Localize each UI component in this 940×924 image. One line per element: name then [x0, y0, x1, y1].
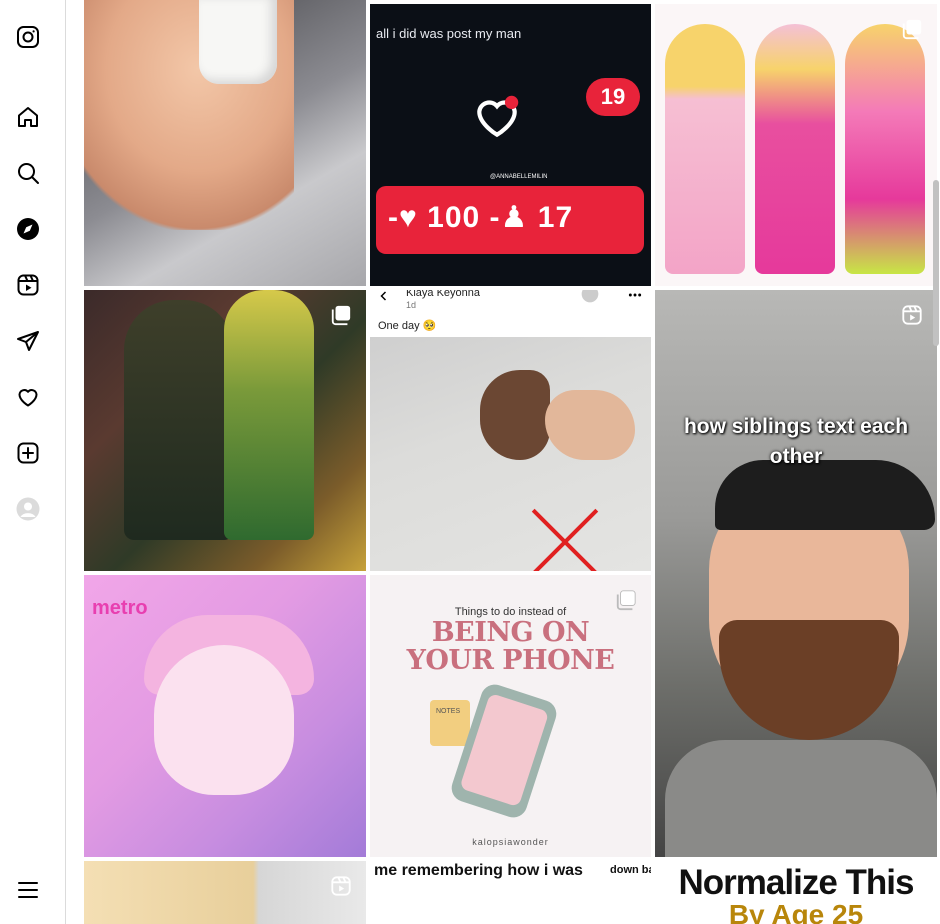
reels-icon[interactable] [15, 272, 41, 298]
more-options-icon [628, 293, 642, 297]
post-time: 1d [406, 300, 417, 310]
reels-badge-icon [902, 305, 922, 325]
anime-face [154, 645, 294, 795]
carousel-icon [616, 590, 636, 611]
infographic-title: BEING ON YOUR PHONE [370, 619, 651, 675]
meme-text: me remembering how i was [374, 862, 583, 879]
grid-tile[interactable]: metro [84, 575, 366, 857]
likes-count: 100 [427, 201, 481, 234]
grid-tile[interactable]: Things to do instead of BEING ON YOUR PH… [370, 575, 651, 857]
grid-tile[interactable]: all i did was post my man 19 @ANNABELLEM… [370, 4, 651, 286]
grid-tile[interactable]: how siblings text each other [655, 290, 937, 857]
back-arrow-icon [380, 291, 387, 301]
person-shirt [665, 740, 937, 857]
caption-line: other [769, 445, 823, 468]
tile-caption: all i did was post my man [376, 26, 522, 41]
doll-figure [845, 24, 925, 274]
caption-line: how siblings text each [683, 415, 909, 438]
sidebar-nav [0, 0, 66, 924]
messages-icon[interactable] [15, 328, 41, 354]
reel-caption: how siblings text each other [655, 412, 937, 472]
grid-tile[interactable] [84, 0, 366, 286]
notes-label: NOTES [436, 708, 461, 715]
tile-text: metro [92, 597, 148, 619]
page-scrollbar[interactable] [933, 180, 939, 346]
search-icon[interactable] [15, 160, 41, 186]
carousel-icon [902, 19, 922, 40]
more-menu-icon[interactable] [15, 877, 41, 903]
notifications-heart-icon[interactable] [15, 384, 41, 410]
instagram-logo-icon[interactable] [15, 24, 41, 50]
tile-subtitle: By Age 25 [728, 899, 864, 924]
grid-tile[interactable]: Normalize This By Age 25 [655, 861, 937, 924]
grid-tile[interactable] [84, 861, 366, 924]
grid-tile[interactable]: Kiaya Keyonna 1d One day 🥺 [370, 290, 651, 571]
explore-grid: all i did was post my man 19 @ANNABELLEM… [84, 0, 940, 924]
illustration-figure [224, 290, 314, 540]
airpods-case-image [199, 0, 277, 84]
profile-avatar-icon[interactable] [15, 496, 41, 522]
grid-tile[interactable] [655, 4, 937, 286]
carousel-icon [331, 305, 351, 326]
create-icon[interactable] [15, 440, 41, 466]
illustration-figure [124, 300, 234, 540]
notification-count: 19 [586, 78, 640, 116]
title-line: BEING ON [431, 617, 590, 648]
doll-figure [665, 24, 745, 274]
tile-watermark: kalopsiawonder [472, 837, 549, 847]
reels-badge-icon [331, 876, 351, 896]
doll-figure [755, 24, 835, 274]
avatar-icon [581, 290, 599, 303]
grid-tile[interactable]: me remembering how i was down ba [370, 861, 651, 924]
heart-icon [477, 95, 519, 138]
notes-book: NOTES [430, 700, 470, 746]
person-beard [719, 620, 899, 740]
title-line: YOUR PHONE [406, 645, 615, 676]
tile-watermark: @ANNABELLEMILIN [490, 174, 548, 180]
explore-icon[interactable] [15, 216, 41, 242]
meme-text-2: down ba [610, 864, 651, 876]
author-name: Kiaya Keyonna [406, 290, 480, 299]
stats-text: -♥ 100 -♟ 17 [388, 201, 574, 234]
foot-image [545, 390, 635, 460]
grid-tile[interactable] [84, 290, 366, 571]
post-text: One day 🥺 [378, 320, 437, 332]
followers-count: 17 [537, 201, 574, 234]
home-icon[interactable] [15, 104, 41, 130]
post-header: Kiaya Keyonna 1d One day 🥺 [370, 290, 651, 336]
tile-title: Normalize This [678, 863, 915, 902]
foot-image [480, 370, 550, 460]
